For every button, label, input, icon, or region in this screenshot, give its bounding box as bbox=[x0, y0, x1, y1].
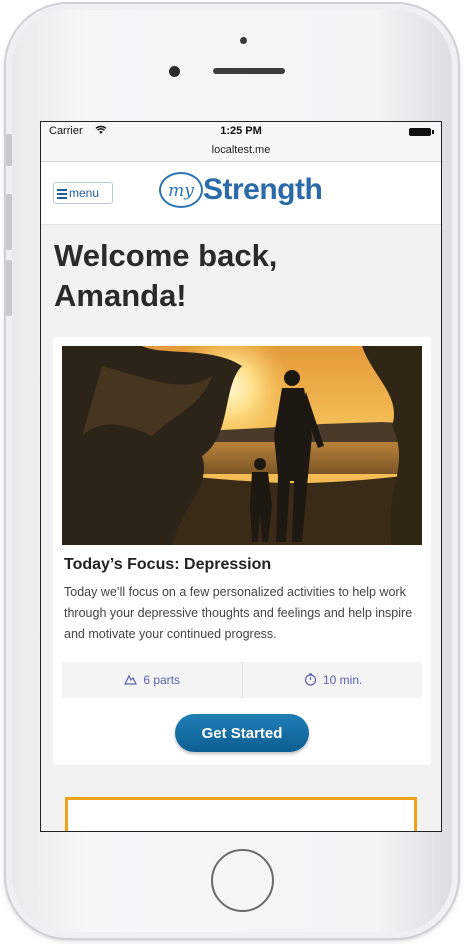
focus-card: Today’s Focus: Depression Today we’ll fo… bbox=[53, 337, 431, 765]
volume-up-button bbox=[6, 194, 12, 250]
get-started-button[interactable]: Get Started bbox=[175, 714, 309, 752]
parts-stat: 6 parts bbox=[62, 662, 242, 698]
focus-hero-image bbox=[62, 346, 422, 545]
battery-icon bbox=[409, 128, 434, 136]
welcome-line-1: Welcome back, bbox=[54, 238, 278, 273]
mountain-icon bbox=[124, 673, 140, 687]
focus-description: Today we’ll focus on a few personalized … bbox=[64, 585, 413, 641]
address-bar[interactable]: localtest.me bbox=[41, 140, 441, 162]
timer-icon bbox=[304, 673, 320, 687]
focus-title: Today’s Focus: Depression bbox=[64, 556, 272, 573]
focus-stats: 6 parts 10 min. bbox=[62, 662, 422, 698]
logo-my-mark: my bbox=[159, 172, 203, 208]
url-text: localtest.me bbox=[211, 144, 271, 156]
duration-stat: 10 min. bbox=[242, 662, 423, 698]
volume-down-button bbox=[6, 260, 12, 316]
mute-switch bbox=[6, 134, 12, 166]
status-bar: Carrier 1:25 PM bbox=[41, 122, 441, 140]
clock: 1:25 PM bbox=[220, 125, 262, 137]
home-button[interactable] bbox=[211, 849, 274, 912]
front-camera bbox=[169, 66, 180, 77]
phone-screen: Carrier 1:25 PM localtest.me menu my Str… bbox=[40, 121, 442, 832]
welcome-user-name: Amanda! bbox=[54, 278, 187, 313]
hamburger-icon bbox=[57, 187, 67, 201]
earpiece-speaker bbox=[213, 68, 285, 74]
menu-button[interactable]: menu bbox=[53, 182, 113, 204]
site-header: menu my Strength bbox=[41, 162, 441, 225]
sensor-dot bbox=[240, 37, 247, 44]
welcome-heading: Welcome back, Amanda! bbox=[54, 236, 434, 316]
menu-label: menu bbox=[69, 186, 100, 200]
logo-wordmark: Strength bbox=[203, 173, 323, 206]
parts-count: 6 parts bbox=[143, 673, 181, 687]
next-activity-card[interactable] bbox=[65, 797, 417, 831]
duration-text: 10 min. bbox=[322, 673, 363, 687]
